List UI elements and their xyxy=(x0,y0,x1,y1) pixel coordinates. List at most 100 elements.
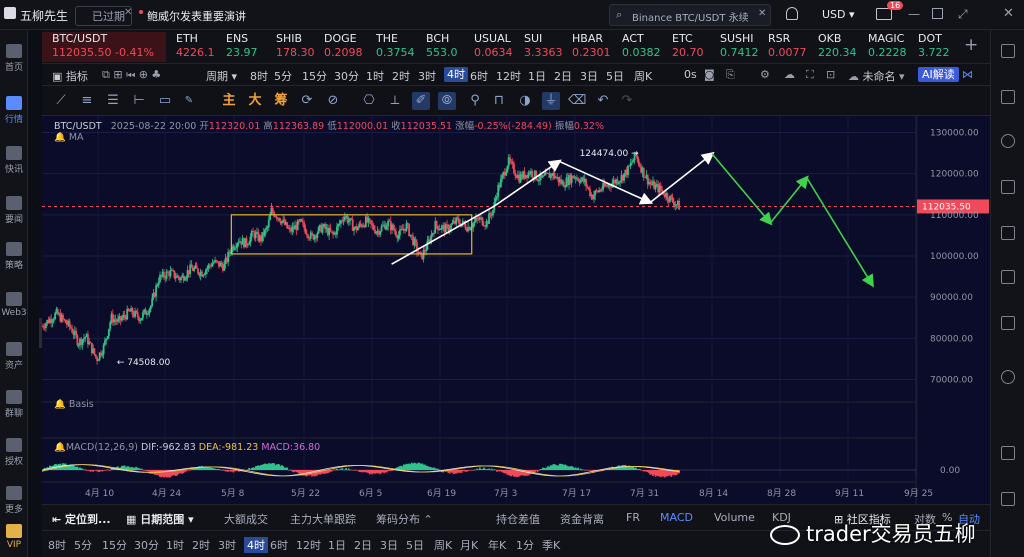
watchlist-icon[interactable] xyxy=(1001,44,1015,58)
lock-icon[interactable]: ⊓ xyxy=(490,92,508,110)
bottom-timeframe-18[interactable]: 季K xyxy=(542,537,560,553)
bottom-timeframe-14[interactable]: 周K xyxy=(434,537,452,553)
ticker-item[interactable]: BCH 553.0 xyxy=(426,32,466,62)
eye-icon[interactable]: ◑ xyxy=(516,92,534,110)
nav-flash[interactable]: 快讯 xyxy=(0,146,28,175)
close-icon[interactable]: ✕ xyxy=(124,7,132,18)
indicator-button[interactable]: ▣ 指标 xyxy=(52,68,88,84)
copy-icon[interactable]: ⎘ xyxy=(726,68,735,82)
horizontal-line-tool-icon[interactable]: ≡ xyxy=(78,92,96,110)
indicator-tab-3[interactable]: MACD xyxy=(660,511,693,524)
layers-icon[interactable] xyxy=(1001,180,1015,194)
add-ticker-icon[interactable]: + xyxy=(964,35,978,55)
trash-icon[interactable]: ⌫ xyxy=(568,92,586,110)
bottom-timeframe-0[interactable]: 8时 xyxy=(48,537,66,553)
brush-tool-icon[interactable]: ✎ xyxy=(180,92,198,110)
image-icon[interactable] xyxy=(1001,226,1015,240)
indicator-tab-2[interactable]: FR xyxy=(626,511,640,524)
nav-vip[interactable]: VIP xyxy=(0,524,28,550)
nav-news[interactable]: 要闻 xyxy=(0,196,28,225)
settings-gear-icon[interactable]: ⚙ xyxy=(760,68,770,81)
bottom-timeframe-5[interactable]: 2时 xyxy=(192,537,210,553)
timeframe-6[interactable]: 3时 xyxy=(418,68,436,84)
locate-button[interactable]: ⇤ 定位到... xyxy=(52,511,111,527)
bell-icon[interactable] xyxy=(786,7,798,20)
ticker-item[interactable]: RSR 0.0077 xyxy=(768,32,812,62)
nav-chat[interactable]: 群聊 xyxy=(0,390,28,419)
document-icon[interactable] xyxy=(1001,90,1015,104)
timeframe-1[interactable]: 5分 xyxy=(274,68,292,84)
ticker-active[interactable]: BTC/USDT 112035.50 -0.41% xyxy=(42,32,166,62)
timeframe-3[interactable]: 30分 xyxy=(334,68,359,84)
ticker-item[interactable]: ETC 20.70 xyxy=(672,32,712,62)
ruler-icon[interactable]: ⟂ xyxy=(386,92,404,110)
timeframe-5[interactable]: 2时 xyxy=(392,68,410,84)
timeframe-13[interactable]: 5日 xyxy=(606,68,624,84)
nav-strategy[interactable]: 策略 xyxy=(0,242,28,271)
nav-assets[interactable]: 资产 xyxy=(0,342,28,371)
list-icon[interactable] xyxy=(1001,316,1015,330)
pen-lock-icon[interactable]: ✐ xyxy=(412,92,430,110)
visibility-icon[interactable]: ⦾ xyxy=(438,92,456,110)
bottom-timeframe-17[interactable]: 1分 xyxy=(516,537,534,553)
filter-icon[interactable]: ⏚ xyxy=(542,92,560,110)
ma-legend[interactable]: 🔔 MA xyxy=(54,132,84,143)
timeframe-4[interactable]: 1时 xyxy=(366,68,384,84)
parallel-channel-icon[interactable]: ☰ xyxy=(104,92,122,110)
indicator-tab-1[interactable]: 资金背离 xyxy=(560,511,604,527)
period-button[interactable]: 周期 ▾ xyxy=(206,68,237,84)
nav-home[interactable]: 首页 xyxy=(0,44,28,73)
timeframe-2[interactable]: 15分 xyxy=(302,68,327,84)
ticker-item[interactable]: SUI 3.3363 xyxy=(524,32,570,62)
nav-market[interactable]: 行情 xyxy=(0,96,28,125)
news-headline[interactable]: 鲍威尔发表重要演讲 xyxy=(147,8,246,24)
ticker-item[interactable]: SHIB 178.30 xyxy=(276,32,314,62)
cross-line-icon[interactable]: ⊢ xyxy=(130,92,148,110)
undo-icon[interactable]: ↶ xyxy=(594,92,612,110)
window-close-icon[interactable]: ✕ xyxy=(1003,6,1014,21)
trendline-tool-icon[interactable]: ⟋ xyxy=(52,92,70,110)
ticker-item[interactable]: USUAL 0.0634 xyxy=(474,32,518,62)
search-box[interactable]: ⌕ Binance BTC/USDT 永续 ✕ xyxy=(609,4,771,26)
magnet-icon[interactable]: ⎔ xyxy=(360,92,378,110)
indicator-tab-4[interactable]: Volume xyxy=(714,511,755,524)
minimize-icon[interactable]: — xyxy=(908,7,920,21)
clear-icon[interactable]: ✕ xyxy=(758,8,766,19)
main-trades-tab[interactable]: 主力大单跟踪 xyxy=(290,511,356,527)
search-input[interactable]: Binance BTC/USDT 永续 xyxy=(632,9,749,24)
ticker-item[interactable]: ETH 4226.1 xyxy=(176,32,214,62)
timeframe-14[interactable]: 周K xyxy=(634,68,652,84)
snapshot-icon[interactable]: ⊡ xyxy=(826,68,835,81)
bar-style-icon[interactable]: ⊘ xyxy=(324,92,342,110)
chart-area[interactable]: 112035.50 ← 74508.00 124474.00 → 70000.00 8… xyxy=(41,116,990,504)
layout-save-icon[interactable]: ☁ 未命名 ▾ xyxy=(848,68,905,84)
bottom-timeframe-1[interactable]: 5分 xyxy=(74,537,92,553)
settings-icon[interactable] xyxy=(1001,370,1015,384)
bottom-timeframe-6[interactable]: 3时 xyxy=(218,537,236,553)
pin-icon[interactable]: ⚲ xyxy=(466,92,484,110)
redo-icon[interactable]: ↷ xyxy=(618,92,636,110)
bottom-timeframe-16[interactable]: 年K xyxy=(488,537,506,553)
bottom-timeframe-10[interactable]: 1日 xyxy=(328,537,346,553)
bottom-timeframe-8[interactable]: 6时 xyxy=(270,537,288,553)
ticker-item[interactable]: MAGIC 0.2228 xyxy=(868,32,908,62)
bottom-timeframe-7[interactable]: 4时 xyxy=(244,537,268,553)
macd-legend[interactable]: 🔔MACD(12,26,9) DIF:-962.83 DEA:-981.23 M… xyxy=(54,442,320,453)
timeframe-9[interactable]: 12时 xyxy=(496,68,521,84)
timeframe-10[interactable]: 1日 xyxy=(528,68,546,84)
ai-analysis-button[interactable]: AI解读 xyxy=(918,67,959,82)
nav-auth[interactable]: 授权 xyxy=(0,438,28,467)
bottom-timeframe-11[interactable]: 2日 xyxy=(354,537,372,553)
ticker-item[interactable]: ACT 0.0382 xyxy=(622,32,666,62)
indicator-tab-0[interactable]: 持仓差值 xyxy=(496,511,540,527)
basis-legend[interactable]: 🔔 Basis xyxy=(54,399,94,410)
ticker-item[interactable]: HBAR 0.2301 xyxy=(572,32,616,62)
big-order-tool[interactable]: 大 xyxy=(246,92,264,110)
share-icon[interactable]: ⋈ xyxy=(962,68,973,81)
calendar-icon[interactable] xyxy=(1001,270,1015,284)
ticker-item[interactable]: SUSHI 0.7412 xyxy=(720,32,764,62)
timeframe-8[interactable]: 6时 xyxy=(470,68,488,84)
clock-icon[interactable] xyxy=(1001,134,1015,148)
chip-tool[interactable]: 筹 xyxy=(272,92,290,110)
bottom-timeframe-15[interactable]: 月K xyxy=(460,537,478,553)
